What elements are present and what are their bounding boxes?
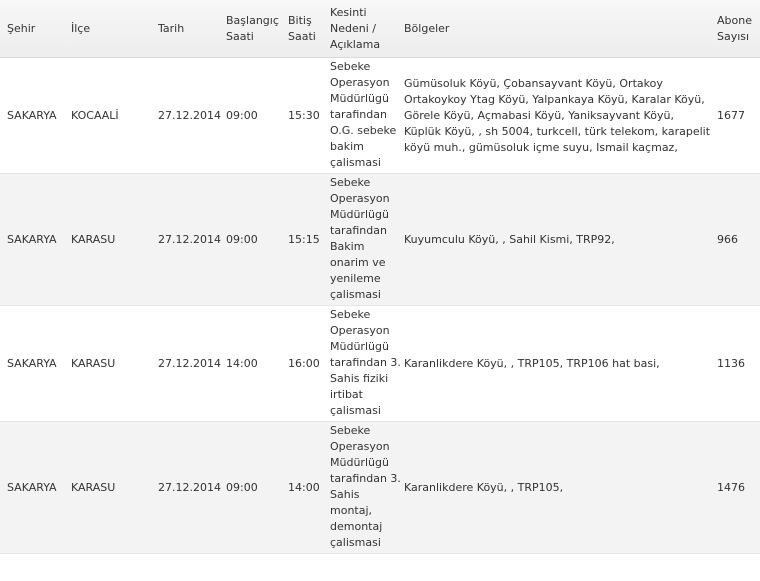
cell-district: KARASU <box>71 173 158 306</box>
cell-city: SAKARYA <box>0 305 71 422</box>
column-header-regions: Bölgeler <box>404 0 717 58</box>
cell-start-time: 09:00 <box>226 173 288 306</box>
cell-start-time: 09:00 <box>226 57 288 174</box>
cell-reason: Sebeke Operasyon Müdürlügü tarafindan 3.… <box>330 305 404 422</box>
cell-end-time: 15:15 <box>288 173 330 306</box>
cell-subscribers: 1476 <box>717 421 760 554</box>
table-row: SAKARYA KARASU 27.12.2014 09:00 14:00 Se… <box>0 421 760 554</box>
reason-text: Sebeke Operasyon Müdürlügü tarafindan 3.… <box>330 308 401 417</box>
column-header-start-time: Başlangıç Saati <box>226 0 288 58</box>
cell-regions: Karanlikdere Köyü, , TRP105, TRP106 hat … <box>404 305 717 422</box>
header-row: Şehir İlçe Tarih Başlangıç Saati Bitiş S… <box>0 0 760 58</box>
table-row: SAKARYA KOCAALİ 27.12.2014 09:00 15:30 S… <box>0 57 760 174</box>
reason-text: Sebeke Operasyon Müdürlügü tarafindan O.… <box>330 60 397 169</box>
regions-text: Karanlikdere Köyü, , TRP105, TRP106 hat … <box>404 356 660 370</box>
regions-text: Karanlikdere Köyü, , TRP105, <box>404 480 564 494</box>
column-header-subscribers: Abone Sayısı <box>717 0 760 58</box>
reason-text: Sebeke Operasyon Müdürlügü tarafindan 3.… <box>330 424 401 549</box>
cell-regions: Karanlikdere Köyü, , TRP105, <box>404 421 717 554</box>
cell-subscribers: 1136 <box>717 305 760 422</box>
cell-end-time: 14:00 <box>288 421 330 554</box>
cell-start-time: 14:00 <box>226 305 288 422</box>
cell-regions: Gümüsoluk Köyü, Çobansayvant Köyü, Ortak… <box>404 57 717 174</box>
cell-city: SAKARYA <box>0 57 71 174</box>
column-header-reason: Kesinti Nedeni / Açıklama <box>330 0 404 58</box>
cell-district: KOCAALİ <box>71 57 158 174</box>
cell-end-time: 15:30 <box>288 57 330 174</box>
cell-city: SAKARYA <box>0 173 71 306</box>
table-row: SAKARYA KARASU 27.12.2014 09:00 15:15 Se… <box>0 173 760 306</box>
cell-regions: Kuyumculu Köyü, , Sahil Kismi, TRP92, <box>404 173 717 306</box>
cell-subscribers: 1677 <box>717 57 760 174</box>
cell-reason: Sebeke Operasyon Müdürlügü tarafindan 3.… <box>330 421 404 554</box>
column-header-district: İlçe <box>71 0 158 58</box>
cell-end-time: 16:00 <box>288 305 330 422</box>
table-body: SAKARYA KOCAALİ 27.12.2014 09:00 15:30 S… <box>0 57 760 554</box>
cell-reason: Sebeke Operasyon Müdürlügü tarafindan O.… <box>330 57 404 174</box>
column-header-end-time: Bitiş Saati <box>288 0 330 58</box>
cell-reason: Sebeke Operasyon Müdürlügü tarafindan Ba… <box>330 173 404 306</box>
table-row: SAKARYA KARASU 27.12.2014 14:00 16:00 Se… <box>0 305 760 422</box>
reason-text: Sebeke Operasyon Müdürlügü tarafindan Ba… <box>330 176 390 301</box>
cell-subscribers: 966 <box>717 173 760 306</box>
cell-district: KARASU <box>71 305 158 422</box>
cell-date: 27.12.2014 <box>158 173 226 306</box>
outage-table: Şehir İlçe Tarih Başlangıç Saati Bitiş S… <box>0 0 760 554</box>
cell-date: 27.12.2014 <box>158 305 226 422</box>
cell-date: 27.12.2014 <box>158 57 226 174</box>
regions-text: Kuyumculu Köyü, , Sahil Kismi, TRP92, <box>404 232 615 246</box>
cell-district: KARASU <box>71 421 158 554</box>
cell-city: SAKARYA <box>0 421 71 554</box>
cell-date: 27.12.2014 <box>158 421 226 554</box>
table-header: Şehir İlçe Tarih Başlangıç Saati Bitiş S… <box>0 0 760 58</box>
column-header-date: Tarih <box>158 0 226 58</box>
regions-text: Gümüsoluk Köyü, Çobansayvant Köyü, Ortak… <box>404 76 711 154</box>
column-header-city: Şehir <box>0 0 71 58</box>
cell-start-time: 09:00 <box>226 421 288 554</box>
